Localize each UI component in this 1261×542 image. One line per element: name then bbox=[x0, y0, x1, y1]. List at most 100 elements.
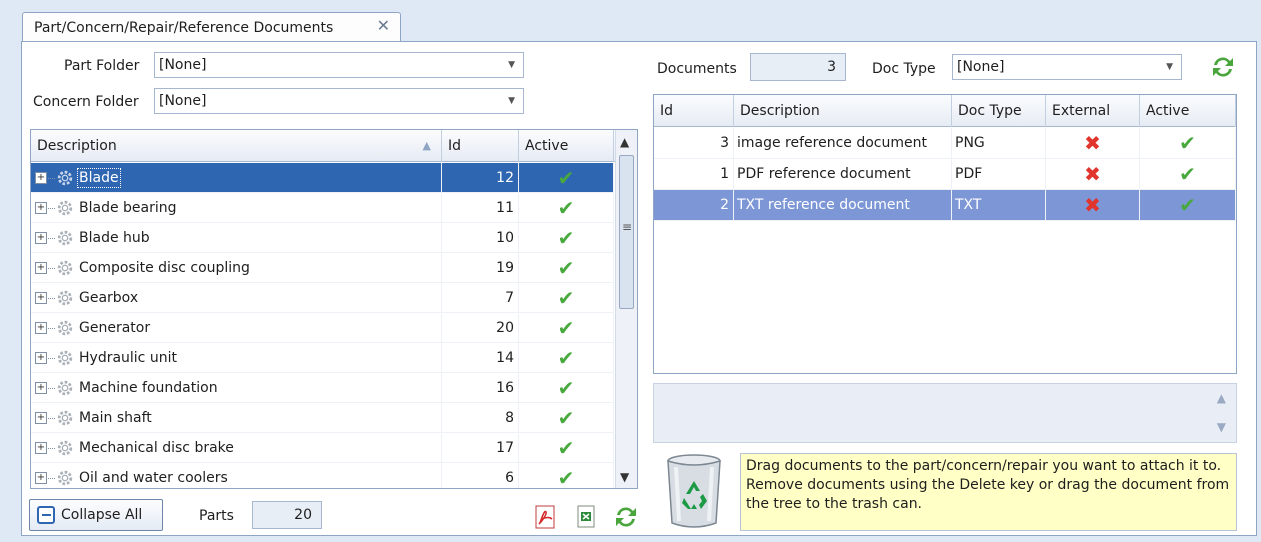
collapse-all-button[interactable]: Collapse All bbox=[29, 499, 163, 531]
column-header-active[interactable]: Active bbox=[519, 130, 614, 162]
grip-icon: ≡ bbox=[622, 220, 633, 234]
doc-cell-external: ✖ bbox=[1046, 128, 1140, 158]
parts-grid-header: Description ▲ Id Active bbox=[31, 130, 617, 162]
tab-reference-documents[interactable]: Part/Concern/Repair/Reference Documents … bbox=[22, 12, 401, 42]
tree-cell-description: + Hydraulic unit bbox=[31, 343, 442, 373]
gear-icon bbox=[57, 380, 73, 396]
tree-cell-description: + Composite disc coupling bbox=[31, 253, 442, 283]
parts-count-value: 20 bbox=[294, 507, 312, 523]
refresh-icon[interactable] bbox=[612, 503, 640, 531]
part-id: 8 bbox=[505, 410, 514, 426]
sort-asc-icon: ▲ bbox=[422, 139, 431, 152]
column-header-label: Description bbox=[740, 103, 820, 119]
column-header-label: Active bbox=[1146, 103, 1190, 119]
tree-row[interactable]: + Generator 20 ✔ bbox=[31, 313, 614, 343]
part-description: Hydraulic unit bbox=[79, 350, 177, 366]
expand-icon[interactable]: + bbox=[35, 472, 47, 484]
document-row[interactable]: 2 TXT reference document TXT ✖ ✔ bbox=[654, 190, 1236, 221]
gear-icon bbox=[57, 230, 73, 246]
tree-row[interactable]: + Blade 12 ✔ bbox=[31, 163, 614, 193]
expand-icon[interactable]: + bbox=[35, 262, 47, 274]
expand-icon[interactable]: + bbox=[35, 202, 47, 214]
scroll-down-icon[interactable]: ▼ bbox=[620, 470, 629, 484]
tree-row[interactable]: + Oil and water coolers 6 ✔ bbox=[31, 463, 614, 488]
doc-cell-description: TXT reference document bbox=[734, 190, 952, 220]
tree-cell-active: ✔ bbox=[519, 163, 614, 193]
tree-connector bbox=[48, 447, 55, 449]
scroll-thumb[interactable]: ≡ bbox=[619, 155, 634, 309]
scroll-up-icon[interactable]: ▲ bbox=[1217, 391, 1226, 405]
tree-cell-active: ✔ bbox=[519, 373, 614, 403]
doc-cell-active: ✔ bbox=[1140, 159, 1236, 189]
document-description-box[interactable]: ▲ ▼ bbox=[653, 383, 1237, 443]
column-header-active[interactable]: Active bbox=[1140, 95, 1236, 127]
concern-folder-select[interactable]: [None] ▼ bbox=[154, 88, 524, 114]
column-header-id[interactable]: Id bbox=[654, 95, 734, 127]
column-header-label: External bbox=[1052, 103, 1111, 119]
gear-icon bbox=[57, 290, 73, 306]
expand-icon[interactable]: + bbox=[35, 232, 47, 244]
part-description: Oil and water coolers bbox=[79, 470, 228, 486]
tree-row[interactable]: + Main shaft 8 ✔ bbox=[31, 403, 614, 433]
expand-icon[interactable]: + bbox=[35, 172, 47, 184]
pdf-export-icon[interactable] bbox=[533, 504, 559, 530]
close-icon[interactable]: ✕ bbox=[377, 16, 390, 35]
check-icon: ✔ bbox=[557, 286, 575, 310]
tree-row[interactable]: + Gearbox 7 ✔ bbox=[31, 283, 614, 313]
tree-row[interactable]: + Mechanical disc brake 17 ✔ bbox=[31, 433, 614, 463]
tree-connector bbox=[48, 357, 55, 359]
check-icon: ✔ bbox=[557, 226, 575, 250]
collapse-icon bbox=[37, 506, 55, 524]
tree-row[interactable]: + Blade hub 10 ✔ bbox=[31, 223, 614, 253]
expand-icon[interactable]: + bbox=[35, 412, 47, 424]
scroll-up-icon[interactable]: ▲ bbox=[620, 135, 629, 149]
expand-icon[interactable]: + bbox=[35, 442, 47, 454]
part-description: Blade hub bbox=[79, 230, 150, 246]
part-description: Blade bearing bbox=[79, 200, 177, 216]
tree-cell-description: + Machine foundation bbox=[31, 373, 442, 403]
concern-folder-value: [None] bbox=[159, 93, 207, 109]
parts-label: Parts bbox=[199, 508, 234, 524]
tree-scrollbar[interactable]: ▲ ≡ ▼ bbox=[615, 130, 637, 488]
expand-icon[interactable]: + bbox=[35, 322, 47, 334]
trash-can-icon[interactable] bbox=[664, 451, 724, 531]
tree-row[interactable]: + Hydraulic unit 14 ✔ bbox=[31, 343, 614, 373]
tree-cell-id: 19 bbox=[442, 253, 519, 283]
tree-cell-active: ✔ bbox=[519, 463, 614, 488]
tree-connector bbox=[48, 477, 55, 479]
part-folder-label: Part Folder bbox=[64, 58, 140, 74]
column-header-description[interactable]: Description bbox=[734, 95, 952, 127]
part-folder-select[interactable]: [None] ▼ bbox=[154, 52, 524, 78]
document-row[interactable]: 1 PDF reference document PDF ✖ ✔ bbox=[654, 159, 1236, 190]
gear-icon bbox=[57, 470, 73, 486]
part-description: Gearbox bbox=[79, 290, 139, 306]
expand-icon[interactable]: + bbox=[35, 292, 47, 304]
part-id: 20 bbox=[496, 320, 514, 336]
tree-cell-id: 20 bbox=[442, 313, 519, 343]
gear-icon bbox=[57, 320, 73, 336]
excel-export-icon[interactable] bbox=[574, 504, 598, 530]
document-row[interactable]: 3 image reference document PNG ✖ ✔ bbox=[654, 128, 1236, 159]
column-header-description[interactable]: Description ▲ bbox=[31, 130, 442, 162]
tree-row[interactable]: + Composite disc coupling 19 ✔ bbox=[31, 253, 614, 283]
part-id: 6 bbox=[505, 470, 514, 486]
document-type: PNG bbox=[955, 135, 985, 151]
tree-cell-description: + Blade bbox=[31, 163, 442, 193]
column-header-id[interactable]: Id bbox=[442, 130, 519, 162]
tree-cell-id: 11 bbox=[442, 193, 519, 223]
column-header-external[interactable]: External bbox=[1046, 95, 1140, 127]
doc-type-select[interactable]: [None] ▼ bbox=[952, 54, 1182, 80]
tree-row[interactable]: + Blade bearing 11 ✔ bbox=[31, 193, 614, 223]
chevron-down-icon: ▼ bbox=[508, 60, 515, 70]
expand-icon[interactable]: + bbox=[35, 382, 47, 394]
tree-connector bbox=[48, 387, 55, 389]
scroll-down-icon[interactable]: ▼ bbox=[1217, 420, 1226, 434]
gear-icon bbox=[57, 200, 73, 216]
expand-icon[interactable]: + bbox=[35, 352, 47, 364]
document-description: image reference document bbox=[737, 135, 927, 151]
column-header-doc-type[interactable]: Doc Type bbox=[952, 95, 1046, 127]
refresh-icon[interactable] bbox=[1209, 53, 1237, 81]
doc-cell-active: ✔ bbox=[1140, 190, 1236, 220]
document-type: TXT bbox=[955, 197, 982, 213]
tree-row[interactable]: + Machine foundation 16 ✔ bbox=[31, 373, 614, 403]
